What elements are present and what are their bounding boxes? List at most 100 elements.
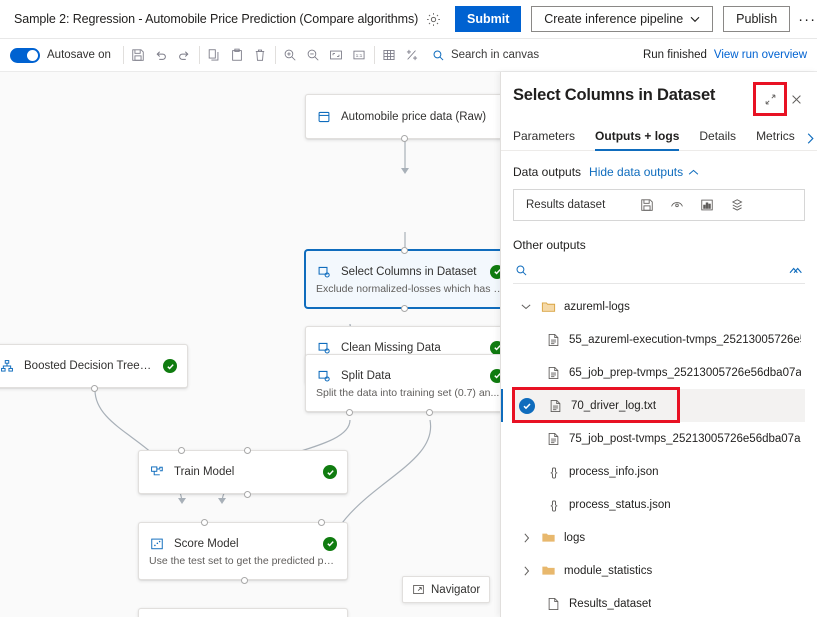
gear-icon[interactable] (426, 6, 441, 32)
expand-diagonal-icon[interactable] (757, 86, 783, 112)
zoom-to-fit-icon[interactable] (325, 44, 348, 67)
pipeline-canvas[interactable]: Automobile price data (Raw) Select Colum… (0, 72, 500, 617)
zoom-in-icon[interactable] (279, 44, 302, 67)
tree-item-label: 55_azureml-execution-tvmps_25213005726e5… (569, 334, 801, 346)
panel-body: Data outputs Hide data outputs Results d… (501, 151, 817, 617)
node-port[interactable] (426, 409, 433, 416)
search-in-canvas[interactable]: Search in canvas (432, 49, 539, 62)
node-port[interactable] (244, 491, 251, 498)
undo-icon[interactable] (150, 44, 173, 67)
node-automobile-price-data[interactable]: Automobile price data (Raw) (305, 94, 500, 139)
node-score-model[interactable]: Score Model Use the test set to get the … (138, 522, 348, 580)
register-dataset-icon[interactable] (729, 197, 745, 213)
node-port[interactable] (178, 447, 185, 454)
node-port[interactable] (401, 135, 408, 142)
tree-item-label: logs (564, 532, 585, 544)
zoom-actual-size-icon[interactable]: 1:1 (348, 44, 371, 67)
tree-item-75-job-post[interactable]: 75_job_post-tvmps_25213005726e56dba07a1e… (513, 422, 805, 455)
tree-item-results-dataset[interactable]: Results_dataset (513, 587, 805, 617)
chevron-down-icon[interactable] (519, 303, 533, 310)
other-outputs-search-input[interactable] (536, 264, 788, 278)
chevron-up-icon (688, 169, 699, 176)
delete-icon[interactable] (249, 44, 272, 67)
visualize-icon[interactable] (699, 197, 715, 213)
more-options-button[interactable]: ··· (798, 6, 816, 32)
preview-icon[interactable] (669, 197, 685, 213)
toolbar-divider (275, 46, 276, 64)
node-header: Boosted Decision Tree Regre... (0, 358, 187, 374)
other-outputs-tree: azureml-logs 55_azureml-execution-tvmps_… (513, 290, 805, 617)
tab-outputs-logs[interactable]: Outputs + logs (585, 129, 689, 150)
hide-data-outputs-toggle[interactable]: Hide data outputs (589, 165, 699, 179)
node-title: Select Columns in Dataset (341, 266, 481, 278)
module-icon (316, 368, 332, 384)
other-outputs-search-row[interactable] (513, 258, 805, 284)
navigator-label: Navigator (431, 584, 480, 596)
tree-item-process-status-json[interactable]: {} process_status.json (513, 488, 805, 521)
create-inference-pipeline-button[interactable]: Create inference pipeline (531, 6, 713, 32)
zoom-out-icon[interactable] (302, 44, 325, 67)
auto-layout-icon[interactable] (401, 44, 424, 67)
node-port[interactable] (401, 305, 408, 312)
paste-icon[interactable] (226, 44, 249, 67)
create-inference-pipeline-label: Create inference pipeline (544, 12, 683, 26)
tab-parameters[interactable]: Parameters (513, 129, 585, 150)
panel-tabs: Parameters Outputs + logs Details Metric… (501, 121, 817, 151)
module-icon (316, 264, 332, 280)
top-command-bar: Sample 2: Regression - Automobile Price … (0, 0, 817, 39)
node-split-data[interactable]: Split Data Split the data into training … (305, 354, 500, 412)
data-output-row[interactable]: Results dataset (513, 189, 805, 221)
selected-check-icon (519, 398, 535, 414)
redo-icon[interactable] (173, 44, 196, 67)
json-icon: {} (546, 498, 561, 512)
node-port[interactable] (91, 385, 98, 392)
tree-item-logs[interactable]: logs (513, 521, 805, 554)
tree-item-azureml-logs[interactable]: azureml-logs (513, 290, 805, 323)
node-title: Train Model (174, 466, 314, 478)
node-select-columns-in-dataset[interactable]: Select Columns in Dataset Exclude normal… (305, 250, 500, 308)
navigator-button[interactable]: Navigator (402, 576, 490, 603)
tree-item-module-statistics[interactable]: module_statistics (513, 554, 805, 587)
status-badge (323, 465, 337, 479)
node-boosted-decision-tree-regression[interactable]: Boosted Decision Tree Regre... (0, 344, 188, 388)
autosave-toggle[interactable]: Autosave on (10, 48, 111, 63)
node-train-model[interactable]: Train Model (138, 450, 348, 494)
train-model-icon (149, 464, 165, 480)
close-icon[interactable] (783, 86, 809, 112)
copy-icon[interactable] (203, 44, 226, 67)
publish-button[interactable]: Publish (723, 6, 790, 32)
node-partial-bottom[interactable] (138, 608, 348, 617)
toolbar-divider (123, 46, 124, 64)
toolbar-divider (374, 46, 375, 64)
node-title: Clean Missing Data (341, 342, 481, 354)
chevron-right-icon[interactable] (519, 533, 533, 543)
node-port[interactable] (401, 247, 408, 254)
tree-item-label: 75_job_post-tvmps_25213005726e56dba07a1e… (569, 433, 801, 445)
chevron-down-icon (690, 12, 700, 26)
node-port[interactable] (241, 577, 248, 584)
node-port[interactable] (201, 519, 208, 526)
tree-item-70-driver-log[interactable]: 70_driver_log.txt (513, 389, 805, 422)
save-icon[interactable] (639, 197, 655, 213)
tab-metrics[interactable]: Metrics (746, 129, 805, 150)
view-run-overview-link[interactable]: View run overview (714, 49, 807, 61)
tree-item-process-info-json[interactable]: {} process_info.json (513, 455, 805, 488)
autosave-switch[interactable] (10, 48, 40, 63)
tree-item-label: Results_dataset (569, 598, 651, 610)
chevron-right-icon[interactable] (519, 566, 533, 576)
node-subtitle: Split the data into training set (0.7) a… (306, 384, 500, 399)
node-port[interactable] (318, 519, 325, 526)
tree-item-65-job-prep[interactable]: 65_job_prep-tvmps_25213005726e56dba07a1e… (513, 356, 805, 389)
save-icon[interactable] (127, 44, 150, 67)
page-title: Sample 2: Regression - Automobile Price … (14, 12, 418, 26)
grid-icon[interactable] (378, 44, 401, 67)
submit-button[interactable]: Submit (455, 6, 521, 32)
node-header: Score Model (139, 536, 347, 552)
tab-details[interactable]: Details (689, 129, 746, 150)
data-outputs-label: Data outputs (513, 165, 581, 179)
node-port[interactable] (244, 447, 251, 454)
node-port[interactable] (346, 409, 353, 416)
chevron-right-icon[interactable] (805, 132, 816, 150)
collapse-all-icon[interactable] (788, 265, 803, 276)
tree-item-55-azureml-execution[interactable]: 55_azureml-execution-tvmps_25213005726e5… (513, 323, 805, 356)
